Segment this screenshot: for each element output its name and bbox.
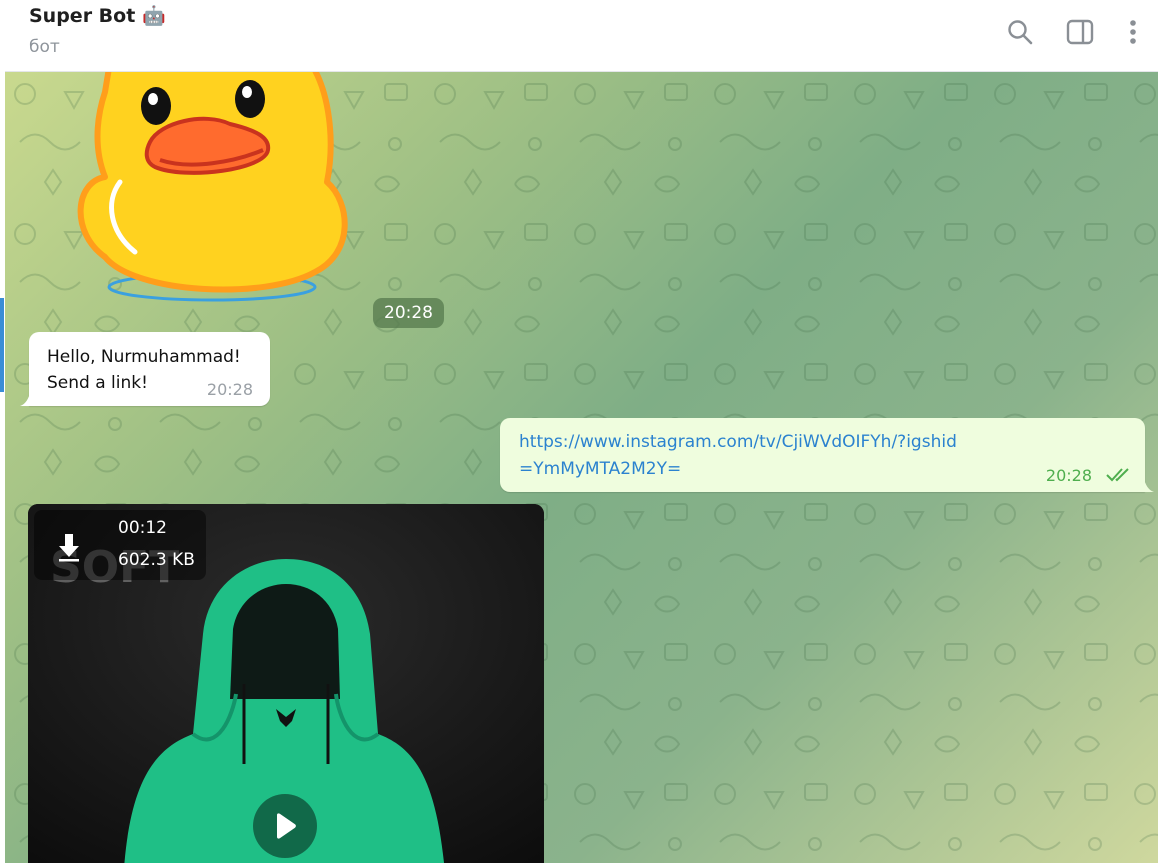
chat-header: Super Bot 🤖 бот [5,0,1158,72]
sidebar-toggle-icon [1066,19,1094,45]
chat-title[interactable]: Super Bot 🤖 [29,4,166,27]
toggle-sidebar-button[interactable] [1063,15,1097,49]
video-info-overlay: 00:12 602.3 KB [34,510,206,580]
robot-emoji-icon: 🤖 [141,5,166,27]
message-time: 20:28 [206,380,253,399]
double-check-icon [1106,468,1129,482]
sticker-timestamp: 20:28 [373,298,444,328]
duck-sticker[interactable] [65,72,365,312]
message-link[interactable]: https://www.instagram.com/tv/CjiWVdOIFYh… [519,429,959,483]
chat-title-text: Super Bot [29,5,136,27]
chat-list-selection-indicator [0,298,4,392]
message-time: 20:28 [1045,466,1092,485]
more-vertical-icon [1130,20,1136,44]
video-file-size: 602.3 KB [118,550,195,570]
video-message[interactable]: SOFT 00:12 602.3 KB [28,504,544,863]
download-icon[interactable] [54,532,84,562]
outgoing-message-bubble[interactable]: https://www.instagram.com/tv/CjiWVdOIFYh… [500,418,1154,492]
more-options-button[interactable] [1116,15,1150,49]
incoming-message-bubble[interactable]: Hello, Nurmuhammad! Send a link! 20:28 [20,332,270,406]
video-duration: 00:12 [118,518,167,538]
chat-subtitle: бот [29,37,60,57]
chat-area[interactable]: 20:28 Hello, Nurmuhammad! Send a link! 2… [5,72,1158,863]
bubble-tail [20,392,30,406]
play-icon [277,813,296,839]
play-button[interactable] [253,794,317,858]
bubble-tail [1144,478,1154,492]
search-button[interactable] [1003,15,1037,49]
search-icon [1008,20,1033,45]
